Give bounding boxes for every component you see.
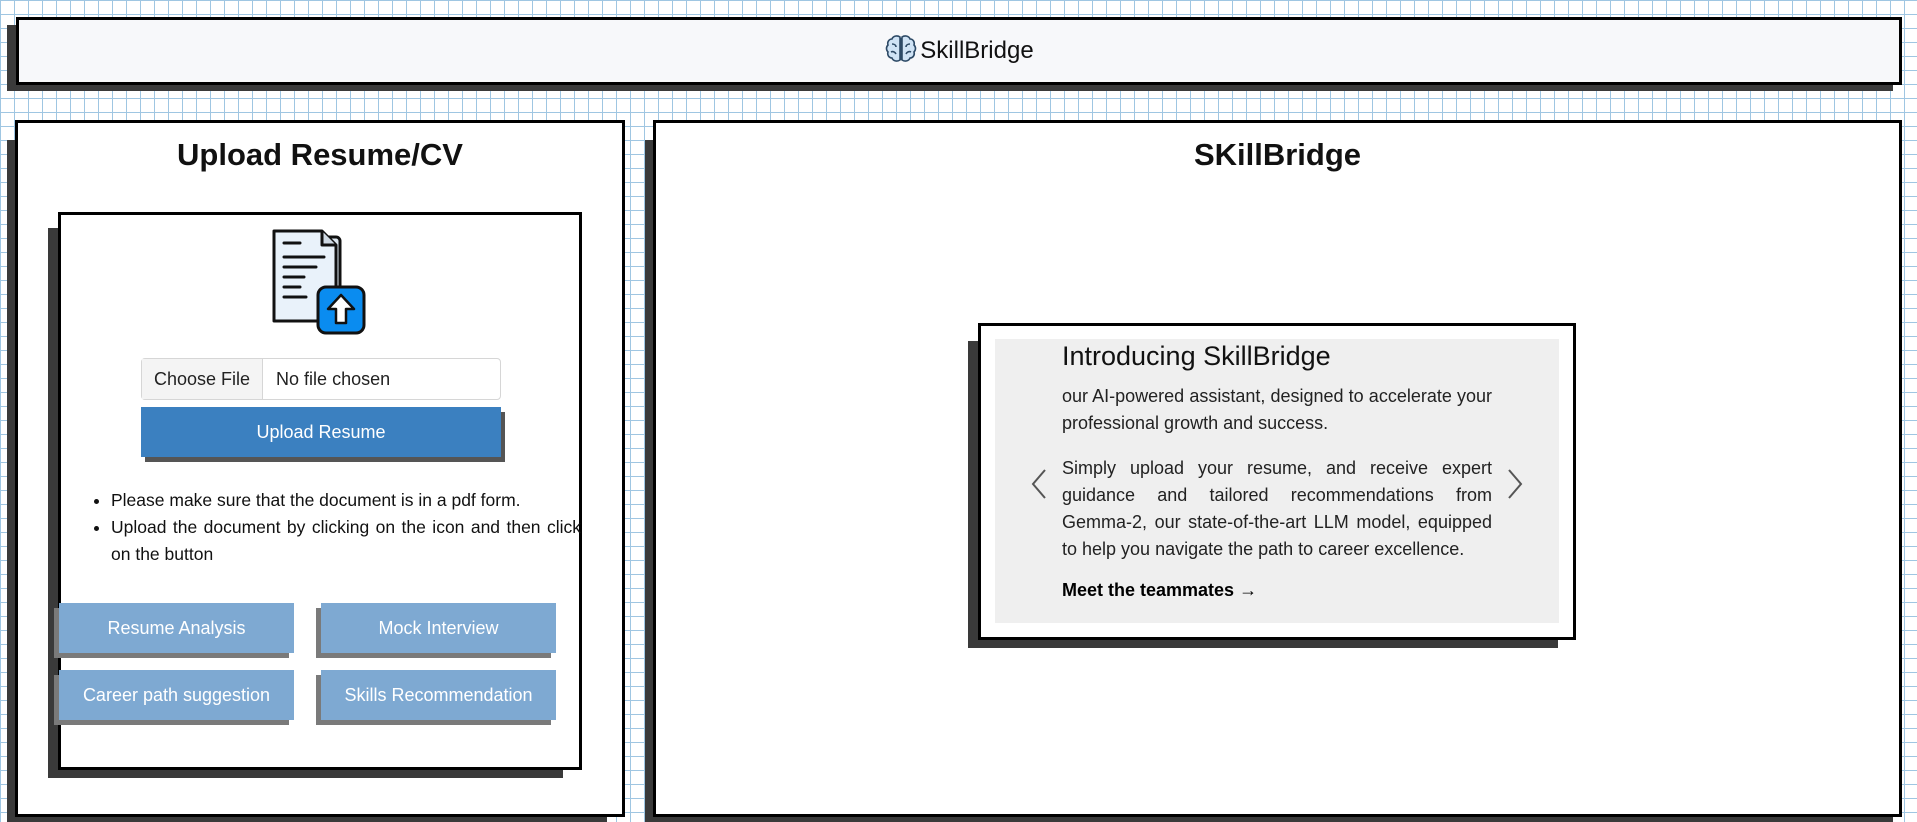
brand-name[interactable]: SkillBridge (920, 37, 1033, 65)
slide-paragraph: Simply upload your resume, and receive e… (1062, 458, 1492, 559)
slide-heading: Introducing SkillBridge (1062, 341, 1331, 371)
intro-carousel: Introducing SkillBridge our AI-powered a… (978, 323, 1576, 640)
upload-card: Choose File No file chosen Upload Resume… (54, 212, 582, 770)
slide-paragraph: our AI-powered assistant, designed to ac… (1062, 386, 1492, 433)
career-path-button[interactable]: Career path suggestion (59, 670, 294, 720)
top-header: SkillBridge (16, 17, 1902, 85)
instruction-item: Please make sure that the document is in… (111, 487, 581, 514)
brain-icon (884, 32, 918, 71)
resume-analysis-button[interactable]: Resume Analysis (59, 603, 294, 653)
chevron-right-icon[interactable] (1505, 467, 1525, 501)
choose-file-button[interactable]: Choose File (142, 359, 264, 399)
resume-file-input[interactable]: Choose File No file chosen (141, 358, 501, 400)
file-status: No file chosen (276, 368, 391, 389)
skills-recommendation-button[interactable]: Skills Recommendation (321, 670, 556, 720)
upload-panel-title: Upload Resume/CV (177, 137, 463, 172)
upload-resume-button[interactable]: Upload Resume (141, 407, 501, 457)
instruction-item: Upload the document by clicking on the i… (111, 514, 581, 568)
mock-interview-button[interactable]: Mock Interview (321, 603, 556, 653)
carousel-slide: Introducing SkillBridge our AI-powered a… (995, 339, 1559, 623)
document-upload-icon[interactable] (266, 227, 376, 337)
chevron-left-icon[interactable] (1029, 467, 1049, 501)
upload-instructions: Please make sure that the document is in… (86, 487, 581, 568)
meet-teammates-link[interactable]: Meet the teammates → (1062, 580, 1257, 601)
intro-panel-title: SKillBridge (1193, 137, 1362, 172)
